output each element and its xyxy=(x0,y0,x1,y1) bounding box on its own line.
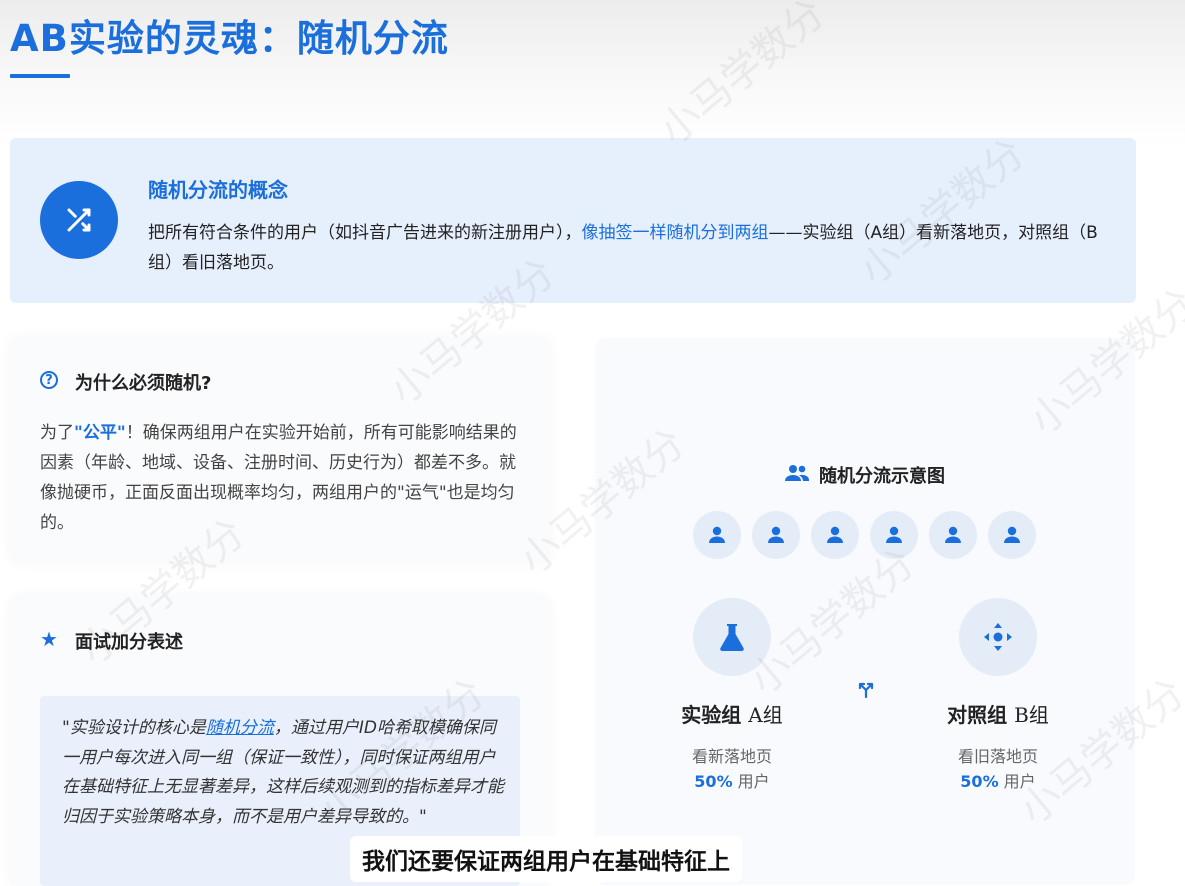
group-b-pct-suffix: 用户 xyxy=(998,772,1036,791)
group-a-pct-line: 50% 用户 xyxy=(642,768,822,792)
video-subtitle: 我们还要保证两组用户在基础特征上 xyxy=(350,836,742,882)
star-icon: ★ xyxy=(40,627,58,651)
user-icons-row xyxy=(693,511,1043,559)
why-title: 为什么必须随机? xyxy=(75,373,212,394)
group-b-pct: 50% xyxy=(960,772,999,791)
arrows-all-directions-icon xyxy=(959,598,1037,676)
why-card: ? 为什么必须随机? 为了"公平"！确保两组用户在实验开始前，所有可能影响结果的… xyxy=(10,338,550,563)
group-a-label-suffix: 组 xyxy=(762,703,783,727)
group-b-label-suffix: 组 xyxy=(1028,703,1049,727)
user-icon xyxy=(752,511,800,559)
user-icon xyxy=(870,511,918,559)
group-a-pct-suffix: 用户 xyxy=(732,772,770,791)
shuffle-icon xyxy=(40,181,118,259)
group-a-pct: 50% xyxy=(694,772,733,791)
group-a-label: 实验组 A组 xyxy=(642,699,822,728)
user-icon xyxy=(929,511,977,559)
group-a-label-prefix: 实验组 xyxy=(681,703,749,727)
why-body: 为了"公平"！确保两组用户在实验开始前，所有可能影响结果的因素（年龄、地域、设备… xyxy=(40,418,530,538)
diagram-title: 随机分流示意图 xyxy=(819,466,945,487)
group-b-label: 对照组 B组 xyxy=(908,699,1088,728)
diagram-panel: 随机分流示意图 实验组 A组 看新落地页 50% 用户 对照组 B组 看旧落地页… xyxy=(595,338,1135,885)
why-body-prefix: 为了 xyxy=(40,423,74,443)
diagram-title-row: 随机分流示意图 xyxy=(595,462,1135,488)
title-underline xyxy=(10,74,70,78)
split-arrow-icon xyxy=(858,682,874,702)
concept-body: 把所有符合条件的用户（如抖音广告进来的新注册用户），像抽签一样随机分到两组——实… xyxy=(148,218,1108,278)
group-b-label-prefix: 对照组 xyxy=(947,703,1015,727)
quote-highlight: 随机分流 xyxy=(205,718,274,738)
user-icon xyxy=(988,511,1036,559)
group-b-letter: B xyxy=(1014,703,1029,727)
interview-title: 面试加分表述 xyxy=(75,632,183,653)
group-b-desc: 看旧落地页 xyxy=(957,747,1038,766)
concept-body-part1: 把所有符合条件的用户（如抖音广告进来的新注册用户）， xyxy=(148,223,582,243)
group-a-desc: 看新落地页 xyxy=(691,747,772,766)
flask-icon xyxy=(693,598,771,676)
user-icon xyxy=(811,511,859,559)
page-title: AB实验的灵魂：随机分流 xyxy=(10,17,449,60)
why-body-keyword: "公平" xyxy=(74,423,126,443)
users-icon xyxy=(785,464,809,486)
interview-quote: "实验设计的核心是随机分流，通过用户ID哈希取模确保同一用户每次进入同一组（保证… xyxy=(62,714,512,832)
concept-title: 随机分流的概念 xyxy=(148,178,288,202)
group-a-letter: A xyxy=(748,703,763,727)
group-b-pct-line: 50% 用户 xyxy=(908,768,1088,792)
help-circle-icon: ? xyxy=(40,371,58,389)
quote-part1: "实验设计的核心是 xyxy=(62,718,206,738)
concept-body-highlight: 像抽签一样随机分到两组 xyxy=(581,223,769,243)
concept-card: 随机分流的概念 把所有符合条件的用户（如抖音广告进来的新注册用户），像抽签一样随… xyxy=(10,138,1136,303)
user-icon xyxy=(693,511,741,559)
